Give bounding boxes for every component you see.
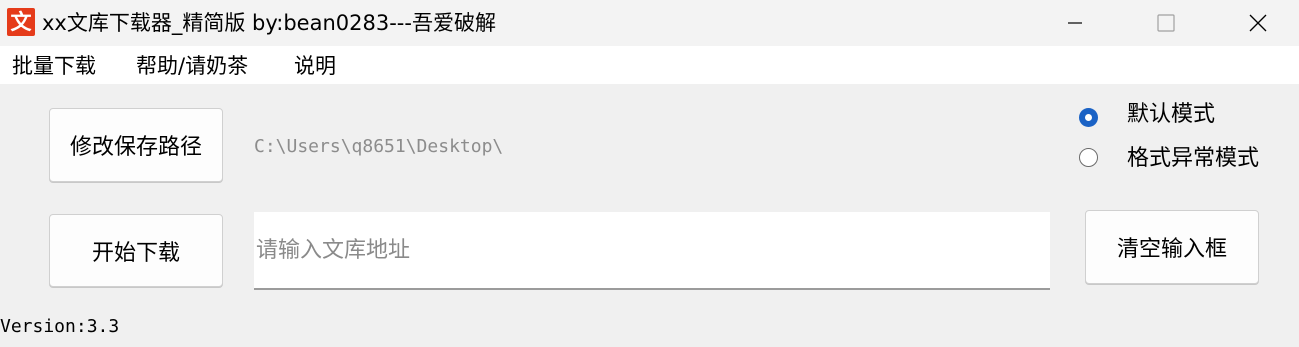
title-bar: 文 xx文库下载器_精简版 by:bean0283---吾爱破解 — [0, 0, 1299, 46]
format-error-mode-radio[interactable] — [1079, 148, 1098, 167]
close-button[interactable] — [1228, 0, 1288, 46]
menu-help[interactable]: 帮助/请奶茶 — [136, 52, 248, 80]
menu-instructions[interactable]: 说明 — [294, 52, 336, 80]
version-label: Version:3.3 — [0, 316, 120, 337]
maximize-button[interactable] — [1136, 0, 1196, 46]
save-path-label: C:\Users\q8651\Desktop\ — [254, 136, 504, 157]
maximize-icon — [1157, 14, 1175, 32]
menu-batch-download[interactable]: 批量下载 — [12, 52, 96, 80]
window-title: xx文库下载器_精简版 by:bean0283---吾爱破解 — [42, 11, 496, 35]
radio-unselected-icon — [1079, 148, 1098, 167]
app-icon: 文 — [7, 8, 35, 36]
default-mode-radio[interactable] — [1079, 108, 1098, 127]
start-download-button[interactable]: 开始下载 — [49, 214, 223, 287]
radio-selected-icon — [1079, 108, 1098, 127]
change-save-path-button[interactable]: 修改保存路径 — [49, 108, 223, 182]
menu-bar: 批量下载 帮助/请奶茶 说明 — [0, 46, 1299, 84]
format-error-mode-label[interactable]: 格式异常模式 — [1127, 145, 1259, 173]
clear-input-button[interactable]: 清空输入框 — [1085, 210, 1259, 284]
url-input[interactable] — [254, 212, 1050, 290]
minimize-icon — [1068, 22, 1082, 24]
close-icon — [1249, 14, 1267, 32]
minimize-button[interactable] — [1045, 0, 1105, 46]
default-mode-label[interactable]: 默认模式 — [1127, 101, 1215, 129]
